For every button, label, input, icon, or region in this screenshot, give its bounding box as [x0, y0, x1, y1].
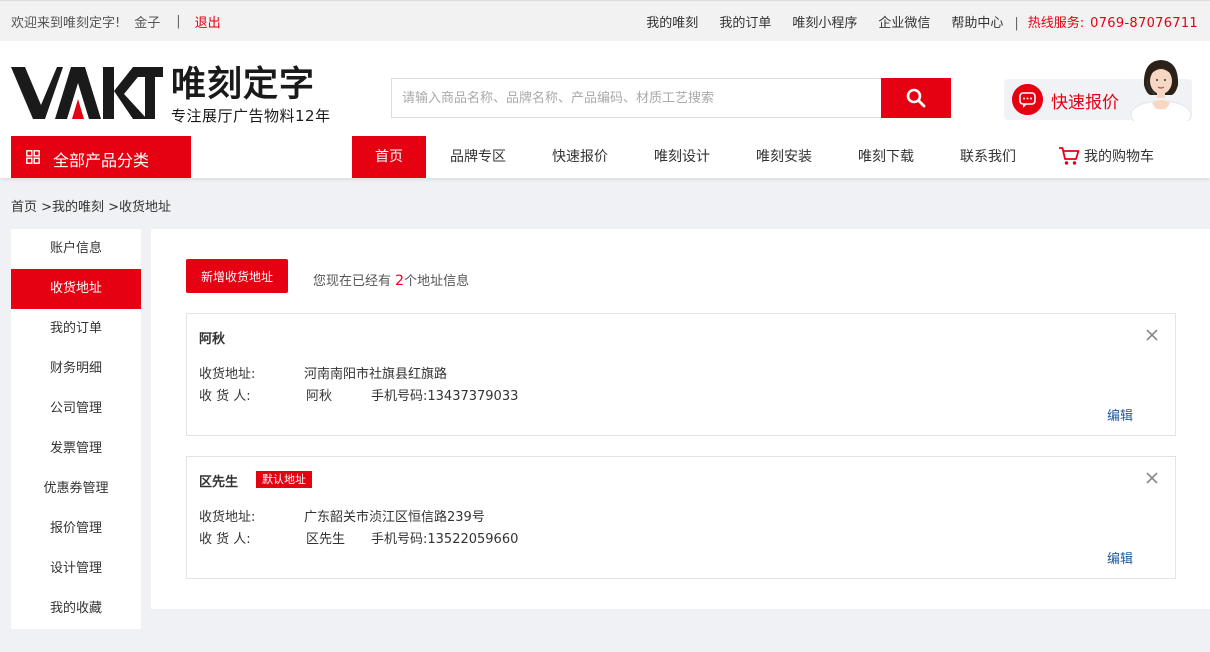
- receiver-row: 收 货 人: 阿秋 手机号码:13437379033: [199, 385, 518, 404]
- nav-brands[interactable]: 品牌专区: [440, 136, 516, 178]
- address-row: 收货地址: 河南南阳市社旗县红旗路: [199, 363, 447, 382]
- top-bar: 欢迎来到唯刻定字! 金子 | 退出 我的唯刻 我的订单 唯刻小程序 企业微信 帮助中心 | 热线服…: [0, 0, 1210, 41]
- phone-value: 13437379033: [427, 389, 519, 404]
- username-link[interactable]: 金子: [134, 12, 160, 31]
- my-account-link[interactable]: 我的唯刻: [646, 16, 698, 31]
- sidebar-item-addresses[interactable]: 收货地址: [11, 269, 141, 309]
- address-card: 阿秋 收货地址: 河南南阳市社旗县红旗路 收 货 人: 阿秋 手机号码:1343737…: [186, 313, 1176, 436]
- address-label: 收货地址:: [199, 510, 256, 525]
- breadcrumb[interactable]: 首页 >我的唯刻 >收货地址: [11, 196, 171, 215]
- logo-name: 唯刻定字: [171, 65, 316, 105]
- address-name: 阿秋: [199, 332, 226, 347]
- all-categories-button[interactable]: 全部产品分类: [11, 136, 191, 178]
- hotline-label: 热线服务:: [1027, 16, 1085, 31]
- account-sidebar: 账户信息 收货地址 我的订单 财务明细 公司管理 发票管理 优惠券管理 报价管理…: [11, 229, 141, 629]
- sidebar-item-quotes[interactable]: 报价管理: [11, 509, 141, 549]
- nav-download[interactable]: 唯刻下载: [848, 136, 924, 178]
- receiver-value: 阿秋: [306, 389, 333, 404]
- close-icon[interactable]: [1145, 328, 1159, 342]
- sidebar-item-orders[interactable]: 我的订单: [11, 309, 141, 349]
- address-value: 广东韶关市浈江区恒信路239号: [304, 510, 485, 525]
- address-count: 您现在已经有 2个地址信息: [313, 270, 469, 289]
- count-value: 2: [395, 273, 405, 289]
- logo-slogan: 专注展厅广告物料12年: [171, 107, 331, 125]
- address-value: 河南南阳市社旗县红旗路: [304, 367, 448, 382]
- receiver-label: 收 货 人:: [199, 532, 251, 547]
- address-card: 区先生 默认地址 收货地址: 广东韶关市浈江区恒信路239号 收 货 人: 区先生手…: [186, 456, 1176, 579]
- address-name: 区先生: [199, 475, 239, 490]
- sidebar-item-coupons[interactable]: 优惠券管理: [11, 469, 141, 509]
- site-logo[interactable]: 唯刻定字 专注展厅广告物料12年: [11, 63, 333, 125]
- welcome-text: 欢迎来到唯刻定字!: [11, 16, 121, 31]
- help-center-link[interactable]: 帮助中心: [951, 16, 1003, 31]
- wecom-link[interactable]: 企业微信: [878, 16, 930, 31]
- sidebar-item-account-info[interactable]: 账户信息: [11, 229, 141, 269]
- sidebar-item-finance[interactable]: 财务明细: [11, 349, 141, 389]
- address-panel: 新增收货地址 您现在已经有 2个地址信息 阿秋 收货地址: 河南南阳市社旗县红旗路…: [151, 229, 1210, 609]
- top-bar-right: 我的唯刻 我的订单 唯刻小程序 企业微信 帮助中心 | 热线服务: 0769-87076711: [625, 12, 1198, 31]
- customer-service-avatar: [1130, 60, 1192, 121]
- receiver-value: 区先生: [306, 532, 346, 547]
- search-bar: [391, 78, 951, 118]
- divider: |: [1014, 16, 1019, 31]
- nav-cart[interactable]: 我的购物车: [1084, 136, 1164, 178]
- quick-quote-label: 快速报价: [1051, 93, 1119, 113]
- edit-address-link[interactable]: 编辑: [1107, 405, 1133, 424]
- phone-value: 13522059660: [427, 532, 519, 547]
- nav-home[interactable]: 首页: [352, 136, 426, 178]
- hotline-number: 0769-87076711: [1090, 16, 1198, 31]
- search-button[interactable]: [881, 78, 951, 118]
- count-prefix: 您现在已经有: [313, 274, 392, 289]
- vakt-logo-mark: [11, 67, 163, 119]
- grid-icon: [26, 150, 40, 164]
- search-icon: [906, 88, 926, 108]
- nav-design[interactable]: 唯刻设计: [644, 136, 720, 178]
- address-label: 收货地址:: [199, 367, 256, 382]
- sidebar-item-invoices[interactable]: 发票管理: [11, 429, 141, 469]
- close-icon[interactable]: [1145, 471, 1159, 485]
- receiver-label: 收 货 人:: [199, 389, 251, 404]
- address-row: 收货地址: 广东韶关市浈江区恒信路239号: [199, 506, 485, 525]
- nav-quick-quote[interactable]: 快速报价: [542, 136, 618, 178]
- nav-contact[interactable]: 联系我们: [950, 136, 1026, 178]
- main-nav: 全部产品分类 首页 品牌专区 快速报价 唯刻设计 唯刻安装 唯刻下载 联系我们 …: [0, 136, 1210, 178]
- edit-address-link[interactable]: 编辑: [1107, 548, 1133, 567]
- all-categories-label: 全部产品分类: [53, 151, 150, 170]
- my-orders-link[interactable]: 我的订单: [719, 16, 771, 31]
- cart-icon: [1059, 147, 1080, 165]
- receiver-row: 收 货 人: 区先生 手机号码:13522059660: [199, 528, 518, 547]
- sidebar-item-designs[interactable]: 设计管理: [11, 549, 141, 589]
- quick-quote-button[interactable]: 快速报价: [1004, 60, 1192, 121]
- add-address-button[interactable]: 新增收货地址: [186, 259, 288, 293]
- logout-link[interactable]: 退出: [195, 12, 221, 31]
- divider: |: [176, 14, 181, 29]
- phone-label: 手机号码:: [371, 389, 428, 404]
- sidebar-item-favorites[interactable]: 我的收藏: [11, 589, 141, 629]
- mini-program-link[interactable]: 唯刻小程序: [792, 16, 857, 31]
- search-input[interactable]: [391, 78, 881, 118]
- chat-icon: [1012, 84, 1043, 115]
- top-bar-left: 欢迎来到唯刻定字! 金子 | 退出: [11, 12, 221, 31]
- nav-install[interactable]: 唯刻安装: [746, 136, 822, 178]
- header: 唯刻定字 专注展厅广告物料12年 快速报价: [0, 41, 1210, 136]
- default-address-badge: 默认地址: [256, 471, 312, 488]
- sidebar-item-company[interactable]: 公司管理: [11, 389, 141, 429]
- count-suffix: 个地址信息: [404, 274, 470, 289]
- phone-label: 手机号码:: [371, 532, 428, 547]
- hotline: 热线服务: 0769-87076711: [1028, 16, 1198, 31]
